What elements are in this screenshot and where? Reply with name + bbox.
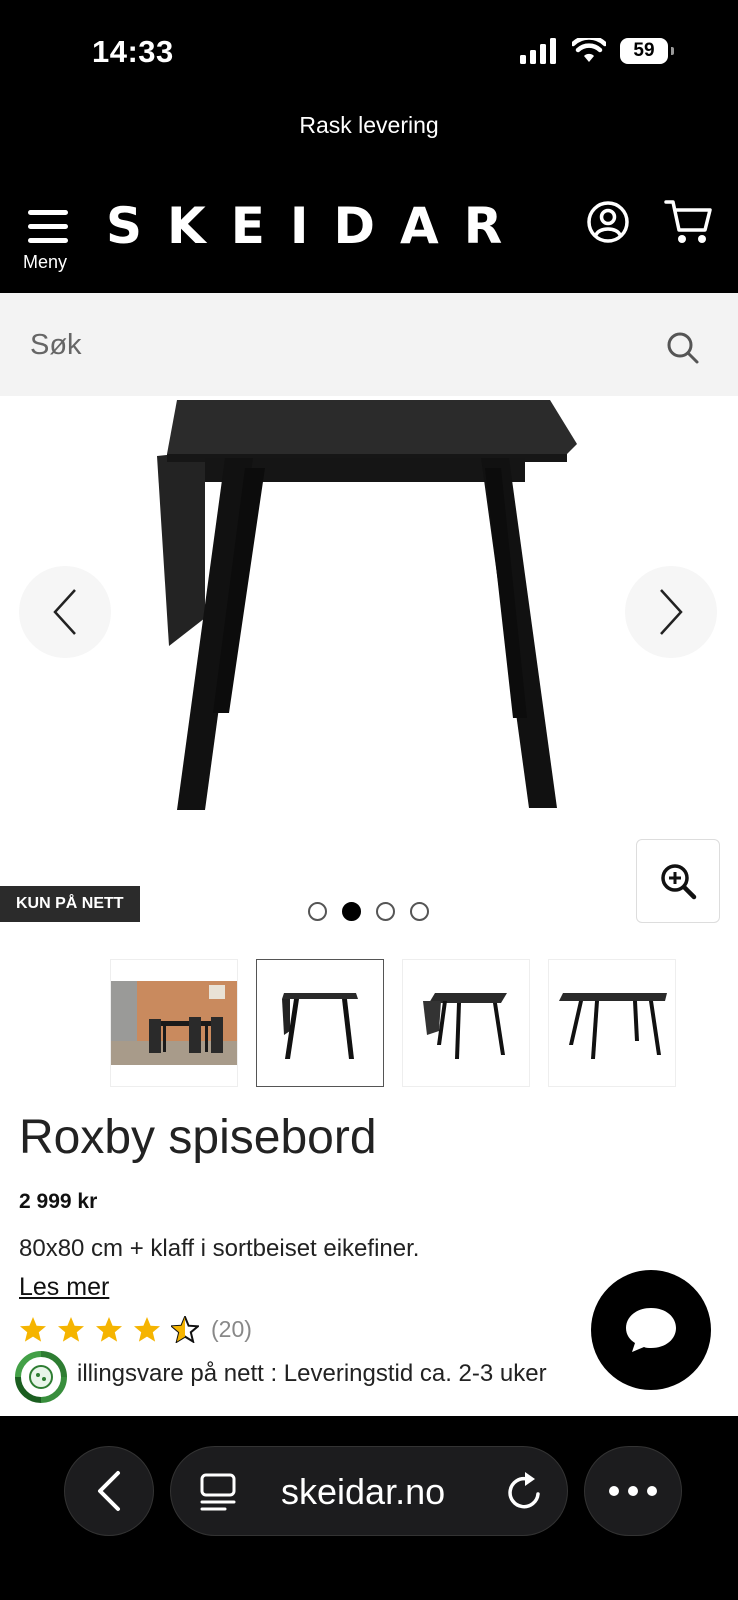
carousel-dot-active[interactable] <box>342 902 361 921</box>
wifi-icon <box>572 38 606 62</box>
carousel-dot[interactable] <box>376 902 395 921</box>
url-text: skeidar.no <box>281 1471 446 1512</box>
promo-banner: Rask levering <box>0 100 738 180</box>
product-image[interactable] <box>155 398 585 823</box>
thumbnail-image <box>111 981 237 1065</box>
online-only-badge: KUN PÅ NETT <box>0 886 140 922</box>
previous-image-button[interactable] <box>19 566 111 658</box>
reader-mode-icon <box>200 1473 236 1511</box>
carousel-dots <box>308 902 429 921</box>
thumbnail-table-extended[interactable] <box>548 959 676 1087</box>
availability-text: illingsvare på nett : Leveringstid ca. 2… <box>77 1360 547 1387</box>
more-dot <box>609 1486 619 1496</box>
site-header: Meny SKEIDAR <box>0 180 738 293</box>
browser-more-button[interactable] <box>584 1446 682 1536</box>
star-icon <box>134 1317 160 1342</box>
status-bar: 14:33 59 <box>0 0 738 100</box>
sustainability-icon <box>15 1351 67 1403</box>
status-icons: 59 <box>520 38 674 64</box>
next-image-button[interactable] <box>625 566 717 658</box>
promo-text: Rask levering <box>299 112 439 138</box>
reload-icon[interactable] <box>505 1470 545 1512</box>
battery-indicator: 59 <box>620 38 674 64</box>
account-icon[interactable] <box>586 200 630 244</box>
read-more-link[interactable]: Les mer <box>19 1273 109 1302</box>
menu-label: Meny <box>23 252 68 272</box>
review-count: (20) <box>211 1316 252 1342</box>
browser-toolbar: skeidar.no <box>0 1416 738 1600</box>
skeidar-logo[interactable]: SKEIDAR <box>106 197 527 255</box>
product-rating[interactable]: (20) <box>19 1316 252 1343</box>
zoom-in-icon <box>661 864 697 900</box>
star-icon <box>96 1317 122 1342</box>
carousel-dot[interactable] <box>410 902 429 921</box>
chevron-right-icon <box>660 589 683 635</box>
chat-button[interactable] <box>591 1270 711 1390</box>
browser-back-button[interactable] <box>64 1446 154 1536</box>
thumbnail-room-scene[interactable] <box>110 959 238 1087</box>
chevron-left-icon <box>53 589 76 635</box>
cart-icon[interactable] <box>664 198 714 246</box>
thumbnail-image <box>559 993 667 1059</box>
signal-icon <box>520 38 556 64</box>
more-dot <box>628 1486 638 1496</box>
star-icon <box>58 1317 84 1342</box>
availability-info: illingsvare på nett : Leveringstid ca. 2… <box>14 1350 614 1408</box>
thumbnail-table-leaf-down[interactable] <box>256 959 384 1087</box>
hamburger-icon <box>28 210 68 252</box>
product-price: 2 999 kr <box>19 1190 98 1213</box>
thumbnail-strip <box>110 959 676 1087</box>
product-gallery: KUN PÅ NETT <box>0 396 738 941</box>
menu-button[interactable]: Meny <box>20 204 76 274</box>
carousel-dot[interactable] <box>308 902 327 921</box>
product-description: 80x80 cm + klaff i sortbeiset eikefiner. <box>19 1235 420 1262</box>
more-dot <box>647 1486 657 1496</box>
half-star-icon <box>171 1316 199 1343</box>
search-input[interactable] <box>30 323 630 367</box>
chat-bubble-icon <box>626 1308 676 1352</box>
thumbnail-image <box>282 993 358 1059</box>
star-icon <box>20 1317 46 1342</box>
search-icon[interactable] <box>665 330 701 366</box>
search-bar <box>0 293 738 396</box>
chevron-left-icon <box>98 1471 120 1511</box>
status-time: 14:33 <box>92 34 174 69</box>
product-title: Roxby spisebord <box>19 1111 377 1164</box>
address-bar[interactable]: skeidar.no <box>170 1446 568 1536</box>
zoom-button[interactable] <box>636 839 720 923</box>
thumbnail-table-angle[interactable] <box>402 959 530 1087</box>
thumbnail-image <box>423 993 507 1059</box>
